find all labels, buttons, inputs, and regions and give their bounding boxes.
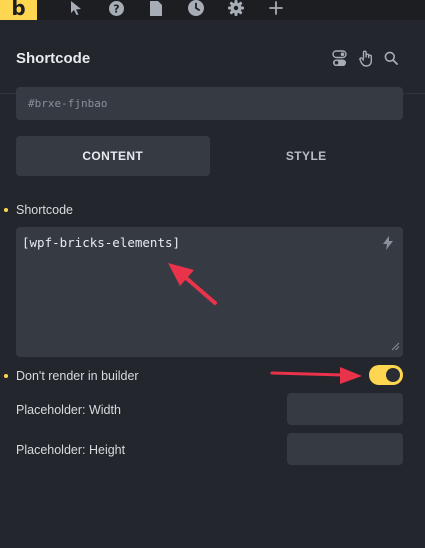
help-icon[interactable]: ? [106,0,126,16]
modified-indicator-dot [4,208,8,212]
top-toolbar: b [0,0,425,20]
panel-title: Shortcode [16,50,91,67]
modified-indicator-dot [4,374,8,378]
dont-render-toggle[interactable] [369,365,403,385]
toggle-switch-icon[interactable] [331,49,347,67]
shortcode-label: Shortcode [16,203,73,217]
tab-style[interactable]: STYLE [210,136,404,176]
svg-text:?: ? [113,2,119,15]
resize-handle-icon[interactable] [391,339,400,354]
toggle-knob [386,368,400,382]
annotation-arrow-toggle [270,367,362,384]
placeholder-height-label: Placeholder: Height [16,443,126,457]
dont-render-label: Don't render in builder [16,369,139,383]
placeholder-width-label: Placeholder: Width [16,403,121,417]
shortcode-textarea[interactable]: [wpf-bricks-elements] [16,227,403,357]
bricks-logo[interactable]: b [0,0,37,20]
settings-icon[interactable] [226,0,246,16]
placeholder-height-input[interactable] [287,433,403,465]
add-icon[interactable] [266,0,286,16]
tab-content[interactable]: CONTENT [16,136,210,176]
shortcode-value: [wpf-bricks-elements] [22,235,181,250]
panel-tabs: CONTENT STYLE [16,136,403,176]
hand-pointer-icon[interactable] [358,49,374,67]
dynamic-data-bolt-icon[interactable] [383,236,393,253]
page-icon[interactable] [146,0,166,16]
element-id-field[interactable]: #brxe-fjnbao [16,87,403,120]
pointer-icon[interactable] [66,0,86,16]
history-icon[interactable] [186,0,206,16]
search-icon[interactable] [383,49,399,67]
placeholder-width-input[interactable] [287,393,403,425]
